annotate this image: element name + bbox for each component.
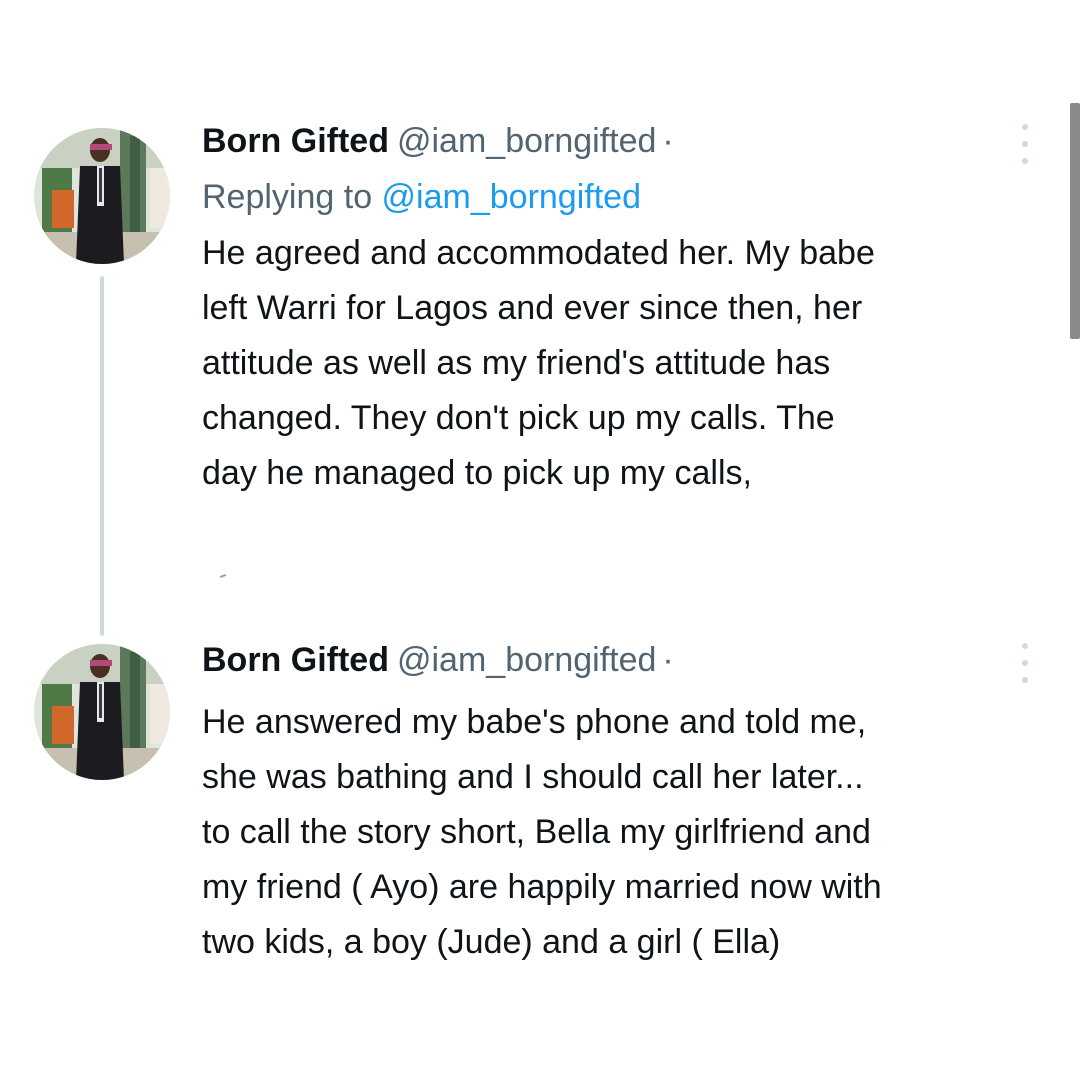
more-dot	[1022, 141, 1028, 147]
tweet-header: Born Gifted @iam_borngifted ·	[202, 640, 1062, 680]
more-options-icon[interactable]	[1017, 643, 1033, 683]
author-handle[interactable]: @iam_borngifted	[397, 641, 656, 679]
more-dot	[1022, 124, 1028, 130]
avatar[interactable]	[34, 128, 170, 264]
author-handle[interactable]: @iam_borngifted	[397, 122, 656, 160]
scrollbar[interactable]	[1070, 103, 1080, 339]
avatar-photo-icon	[34, 128, 170, 264]
avatar-photo-icon	[34, 644, 170, 780]
tweet-text: He answered my babe's phone and told me,…	[202, 703, 882, 961]
tweet-thread-screen: Born Gifted @iam_borngifted · Replying to …	[0, 0, 1080, 1080]
tweet[interactable]: Born Gifted @iam_borngifted · Replying to …	[202, 121, 1062, 501]
more-dot	[1022, 158, 1028, 164]
tweet-text: He agreed and accommodated her. My babe …	[202, 234, 875, 492]
more-dot	[1022, 660, 1028, 666]
avatar[interactable]	[34, 644, 170, 780]
more-dot	[1022, 643, 1028, 649]
tweet[interactable]: Born Gifted @iam_borngifted · He answered …	[202, 640, 1062, 970]
tweet-header: Born Gifted @iam_borngifted ·	[202, 121, 1062, 161]
replying-to-label: Replying to	[202, 178, 382, 216]
speck-mark	[219, 574, 227, 578]
author-name[interactable]: Born Gifted	[202, 122, 389, 160]
author-name[interactable]: Born Gifted	[202, 641, 389, 679]
replying-to-line: Replying to @iam_borngifted	[202, 177, 1062, 217]
replying-to-mention[interactable]: @iam_borngifted	[382, 178, 641, 216]
more-dot	[1022, 677, 1028, 683]
header-separator: ·	[662, 122, 674, 160]
header-separator: ·	[662, 641, 674, 679]
more-options-icon[interactable]	[1017, 124, 1033, 164]
thread-connector-line	[100, 276, 104, 636]
